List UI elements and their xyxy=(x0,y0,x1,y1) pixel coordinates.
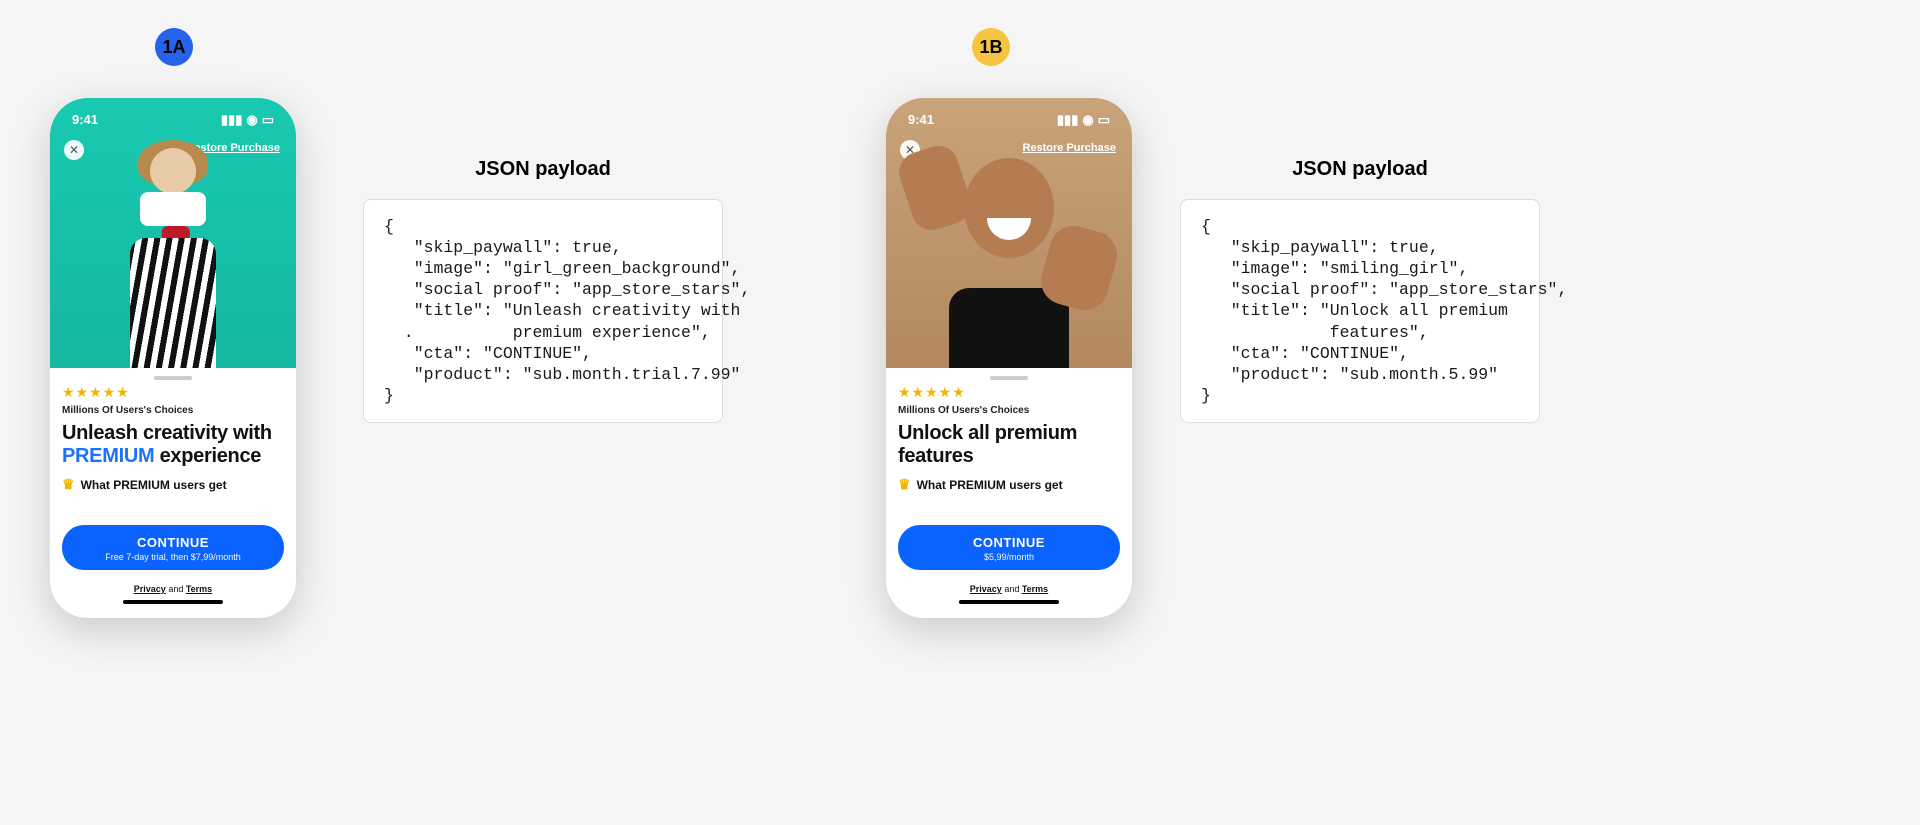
sheet-grabber[interactable] xyxy=(154,376,192,380)
continue-button-subtext: $5,99/month xyxy=(898,552,1120,562)
sheet-grabber[interactable] xyxy=(990,376,1028,380)
phone-mockup-a: 9:41 ▮▮▮ ◉ ▭ ✕ Restore Purchase ★★★★★ Mi… xyxy=(50,98,296,618)
premium-benefits-text: What PREMIUM users get xyxy=(917,478,1063,492)
continue-button[interactable]: CONTINUE Free 7-day trial, then $7,99/mo… xyxy=(62,525,284,570)
json-payload-b: { "skip_paywall": true, "image": "smilin… xyxy=(1180,199,1540,423)
legal-links: Privacy and Terms xyxy=(898,584,1120,594)
legal-links: Privacy and Terms xyxy=(62,584,284,594)
star-rating-icon: ★★★★★ xyxy=(898,384,1120,401)
continue-button-subtext: Free 7-day trial, then $7,99/month xyxy=(62,552,284,562)
phone-mockup-b: 9:41 ▮▮▮ ◉ ▭ ✕ Restore Purchase ★★★★★ Mi… xyxy=(886,98,1132,618)
continue-button[interactable]: CONTINUE $5,99/month xyxy=(898,525,1120,570)
continue-button-label: CONTINUE xyxy=(898,535,1120,550)
hero-person-illustration xyxy=(103,138,243,368)
legal-and: and xyxy=(166,584,186,594)
close-button[interactable]: ✕ xyxy=(64,140,84,160)
star-rating-icon: ★★★★★ xyxy=(62,384,284,401)
title-post: experience xyxy=(154,445,261,467)
paywall-content: ★★★★★ Millions Of Users's Choices Unleas… xyxy=(50,384,296,618)
premium-benefits-line: ♛ What PREMIUM users get xyxy=(62,476,284,493)
paywall-title: Unleash creativity with PREMIUM experien… xyxy=(62,422,284,468)
status-time: 9:41 xyxy=(72,112,98,128)
json-panel-b: JSON payload { "skip_paywall": true, "im… xyxy=(1180,158,1540,423)
variant-badge-b: 1B xyxy=(972,28,1010,66)
json-panel-a: JSON payload { "skip_paywall": true, "im… xyxy=(363,158,723,423)
hero-image-a: 9:41 ▮▮▮ ◉ ▭ ✕ Restore Purchase xyxy=(50,98,296,368)
premium-benefits-text: What PREMIUM users get xyxy=(81,478,227,492)
social-proof-text: Millions Of Users's Choices xyxy=(62,405,284,416)
privacy-link[interactable]: Privacy xyxy=(134,584,166,594)
terms-link[interactable]: Terms xyxy=(1022,584,1048,594)
title-pre: Unleash creativity with xyxy=(62,422,272,444)
continue-button-label: CONTINUE xyxy=(62,535,284,550)
paywall-content: ★★★★★ Millions Of Users's Choices Unlock… xyxy=(886,384,1132,618)
hero-person-illustration xyxy=(909,118,1109,368)
json-heading-b: JSON payload xyxy=(1180,158,1540,181)
crown-icon: ♛ xyxy=(898,476,911,493)
status-icons: ▮▮▮ ◉ ▭ xyxy=(221,112,274,128)
status-bar: 9:41 ▮▮▮ ◉ ▭ xyxy=(50,112,296,128)
wifi-icon: ◉ xyxy=(246,112,257,128)
social-proof-text: Millions Of Users's Choices xyxy=(898,405,1120,416)
variant-badge-b-label: 1B xyxy=(979,37,1002,58)
json-payload-a: { "skip_paywall": true, "image": "girl_g… xyxy=(363,199,723,423)
terms-link[interactable]: Terms xyxy=(186,584,212,594)
variant-badge-a-label: 1A xyxy=(162,37,185,58)
paywall-title: Unlock all premium features xyxy=(898,422,1120,468)
crown-icon: ♛ xyxy=(62,476,75,493)
home-indicator xyxy=(123,600,223,604)
signal-icon: ▮▮▮ xyxy=(221,112,242,128)
json-heading-a: JSON payload xyxy=(363,158,723,181)
home-indicator xyxy=(959,600,1059,604)
legal-and: and xyxy=(1002,584,1022,594)
title-premium-word: PREMIUM xyxy=(62,445,154,467)
premium-benefits-line: ♛ What PREMIUM users get xyxy=(898,476,1120,493)
hero-image-b: 9:41 ▮▮▮ ◉ ▭ ✕ Restore Purchase xyxy=(886,98,1132,368)
variant-badge-a: 1A xyxy=(155,28,193,66)
battery-icon: ▭ xyxy=(262,112,274,128)
privacy-link[interactable]: Privacy xyxy=(970,584,1002,594)
close-icon: ✕ xyxy=(69,143,79,157)
